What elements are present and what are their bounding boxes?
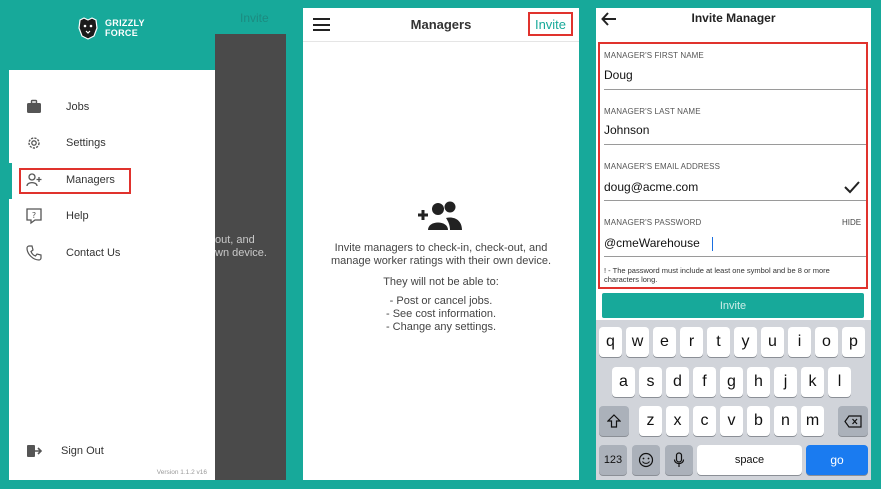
sign-out-label: Sign Out <box>61 445 104 457</box>
briefcase-icon <box>27 99 41 113</box>
managers-screen: Managers Invite Invite managers to check… <box>303 8 579 480</box>
key-a[interactable]: a <box>612 367 635 397</box>
sidebar-item-help[interactable]: ? Help <box>9 201 215 231</box>
key-q[interactable]: q <box>599 327 622 357</box>
key-f[interactable]: f <box>693 367 716 397</box>
last-name-label: MANAGER'S LAST NAME <box>604 107 701 116</box>
key-m[interactable]: m <box>801 406 824 436</box>
header-bar: Invite Manager <box>596 8 871 36</box>
backspace-icon <box>844 414 862 428</box>
go-key[interactable]: go <box>806 445 868 475</box>
header-bar: Managers Invite <box>303 8 579 42</box>
add-people-icon <box>418 201 462 230</box>
background-description: out, and wn device. <box>215 234 267 260</box>
key-h[interactable]: h <box>747 367 770 397</box>
numbers-key[interactable]: 123 <box>599 445 627 475</box>
on-screen-keyboard: q w e r t y u i o p a s d f g h j k l z … <box>596 320 871 480</box>
key-b[interactable]: b <box>747 406 770 436</box>
field-underline <box>604 144 866 145</box>
sidebar-item-label: Help <box>66 210 89 222</box>
version-label: Version 1.1.2 v16 <box>156 469 207 476</box>
backspace-key[interactable] <box>838 406 868 436</box>
key-s[interactable]: s <box>639 367 662 397</box>
background-text-line: wn device. <box>215 247 267 259</box>
gear-icon <box>28 137 40 149</box>
sidebar-item-contact-us[interactable]: Contact Us <box>9 238 215 268</box>
brand-name: GRIZZLY FORCE <box>105 18 145 38</box>
space-key[interactable]: space <box>697 445 802 475</box>
key-t[interactable]: t <box>707 327 730 357</box>
key-g[interactable]: g <box>720 367 743 397</box>
drawer-menu: Jobs Settings Managers ? Help Contact Us… <box>9 70 215 480</box>
field-underline <box>604 256 866 257</box>
emoji-icon <box>638 452 654 468</box>
password-field[interactable]: @cmeWarehouse <box>604 236 700 250</box>
background-text-line: out, and <box>215 234 255 246</box>
page-title: Invite Manager <box>691 11 776 25</box>
restriction-heading: They will not be able to: <box>383 276 499 288</box>
restriction-item: - Change any settings. <box>385 321 497 333</box>
field-underline <box>604 89 866 90</box>
description-line: Invite managers to check-in, check-out, … <box>334 242 548 254</box>
drawer-header: GRIZZLY FORCE <box>9 8 215 70</box>
key-z[interactable]: z <box>639 406 662 436</box>
sidebar-item-label: Contact Us <box>66 247 121 259</box>
key-k[interactable]: k <box>801 367 824 397</box>
emoji-key[interactable] <box>632 445 660 475</box>
key-n[interactable]: n <box>774 406 797 436</box>
invite-manager-screen: Invite Manager MANAGER'S FIRST NAME Doug… <box>596 8 871 480</box>
first-name-field[interactable]: Doug <box>604 68 633 82</box>
sign-out-icon <box>27 445 43 457</box>
brand-line-1: GRIZZLY <box>105 18 145 28</box>
shift-arrow-icon <box>607 414 621 428</box>
key-r[interactable]: r <box>680 327 703 357</box>
highlight-box <box>19 168 131 194</box>
navigation-drawer-panel: GRIZZLY FORCE Invite out, and wn device.… <box>9 8 286 480</box>
brand-line-2: FORCE <box>105 28 138 38</box>
restriction-item: - Post or cancel jobs. <box>389 295 493 307</box>
sidebar-item-label: Jobs <box>66 101 90 113</box>
checkmark-icon <box>844 181 860 194</box>
invite-button[interactable]: Invite <box>528 12 573 36</box>
description-line: manage worker ratings with their own dev… <box>330 255 552 267</box>
key-p[interactable]: p <box>842 327 865 357</box>
first-name-label: MANAGER'S FIRST NAME <box>604 51 704 60</box>
microphone-icon <box>673 452 685 467</box>
key-o[interactable]: o <box>815 327 838 357</box>
email-label: MANAGER'S EMAIL ADDRESS <box>604 162 721 171</box>
restriction-item: - See cost information. <box>385 308 497 320</box>
key-v[interactable]: v <box>720 406 743 436</box>
key-y[interactable]: y <box>734 327 757 357</box>
background-invite-text: Invite <box>240 11 269 25</box>
text-cursor <box>712 237 713 251</box>
phone-icon <box>26 245 42 261</box>
invite-submit-button[interactable]: Invite <box>602 293 864 318</box>
hide-password-button[interactable]: HIDE <box>842 218 861 227</box>
svg-text:?: ? <box>32 211 36 220</box>
key-x[interactable]: x <box>666 406 689 436</box>
key-i[interactable]: i <box>788 327 811 357</box>
password-label: MANAGER'S PASSWORD <box>604 218 702 227</box>
key-j[interactable]: j <box>774 367 797 397</box>
key-u[interactable]: u <box>761 327 784 357</box>
sidebar-item-jobs[interactable]: Jobs <box>9 92 215 122</box>
field-underline <box>604 200 866 201</box>
shift-key[interactable] <box>599 406 629 436</box>
key-l[interactable]: l <box>828 367 851 397</box>
key-w[interactable]: w <box>626 327 649 357</box>
help-icon: ? <box>26 208 42 225</box>
sidebar-item-label: Settings <box>66 137 106 149</box>
key-d[interactable]: d <box>666 367 689 397</box>
email-field[interactable]: doug@acme.com <box>604 180 698 194</box>
bear-logo-icon <box>78 17 98 40</box>
invite-form: MANAGER'S FIRST NAME Doug MANAGER'S LAST… <box>598 42 868 289</box>
sidebar-item-settings[interactable]: Settings <box>9 128 215 158</box>
dictation-key[interactable] <box>665 445 693 475</box>
sign-out-button[interactable]: Sign Out <box>9 436 215 466</box>
key-c[interactable]: c <box>693 406 716 436</box>
key-e[interactable]: e <box>653 327 676 357</box>
password-hint: ! - The password must include at least o… <box>604 266 830 284</box>
last-name-field[interactable]: Johnson <box>604 123 649 137</box>
